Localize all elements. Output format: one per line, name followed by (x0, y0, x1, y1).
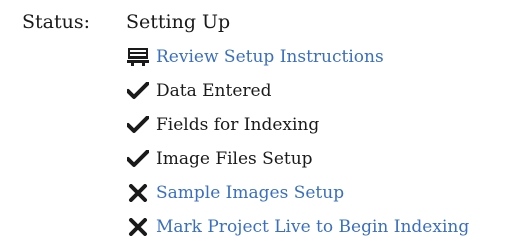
review-setup-instructions-link[interactable]: Review Setup Instructions (156, 46, 384, 68)
status-value: Setting Up (126, 11, 231, 33)
checkmark-icon (126, 115, 150, 135)
status-label: Status: (22, 11, 91, 33)
step-sample-images-setup[interactable]: Sample Images Setup (126, 176, 469, 210)
monitor-icon (126, 47, 150, 67)
fields-for-indexing-label: Fields for Indexing (156, 115, 320, 135)
data-entered-label: Data Entered (156, 81, 272, 101)
step-data-entered: Data Entered (126, 74, 469, 108)
sample-images-setup-link[interactable]: Sample Images Setup (156, 182, 344, 204)
step-review-setup-instructions[interactable]: Review Setup Instructions (126, 40, 469, 74)
setup-steps-list: Review Setup Instructions Data Entered F… (126, 40, 469, 244)
image-files-setup-label: Image Files Setup (156, 149, 313, 169)
checkmark-icon (126, 149, 150, 169)
x-mark-icon (126, 183, 150, 203)
step-image-files-setup: Image Files Setup (126, 142, 469, 176)
step-fields-for-indexing: Fields for Indexing (126, 108, 469, 142)
mark-project-live-link[interactable]: Mark Project Live to Begin Indexing (156, 216, 469, 238)
x-mark-icon (126, 217, 150, 237)
checkmark-icon (126, 81, 150, 101)
project-status-panel: Status: Setting Up Review Setup Instruct… (0, 0, 514, 240)
step-mark-project-live[interactable]: Mark Project Live to Begin Indexing (126, 210, 469, 244)
